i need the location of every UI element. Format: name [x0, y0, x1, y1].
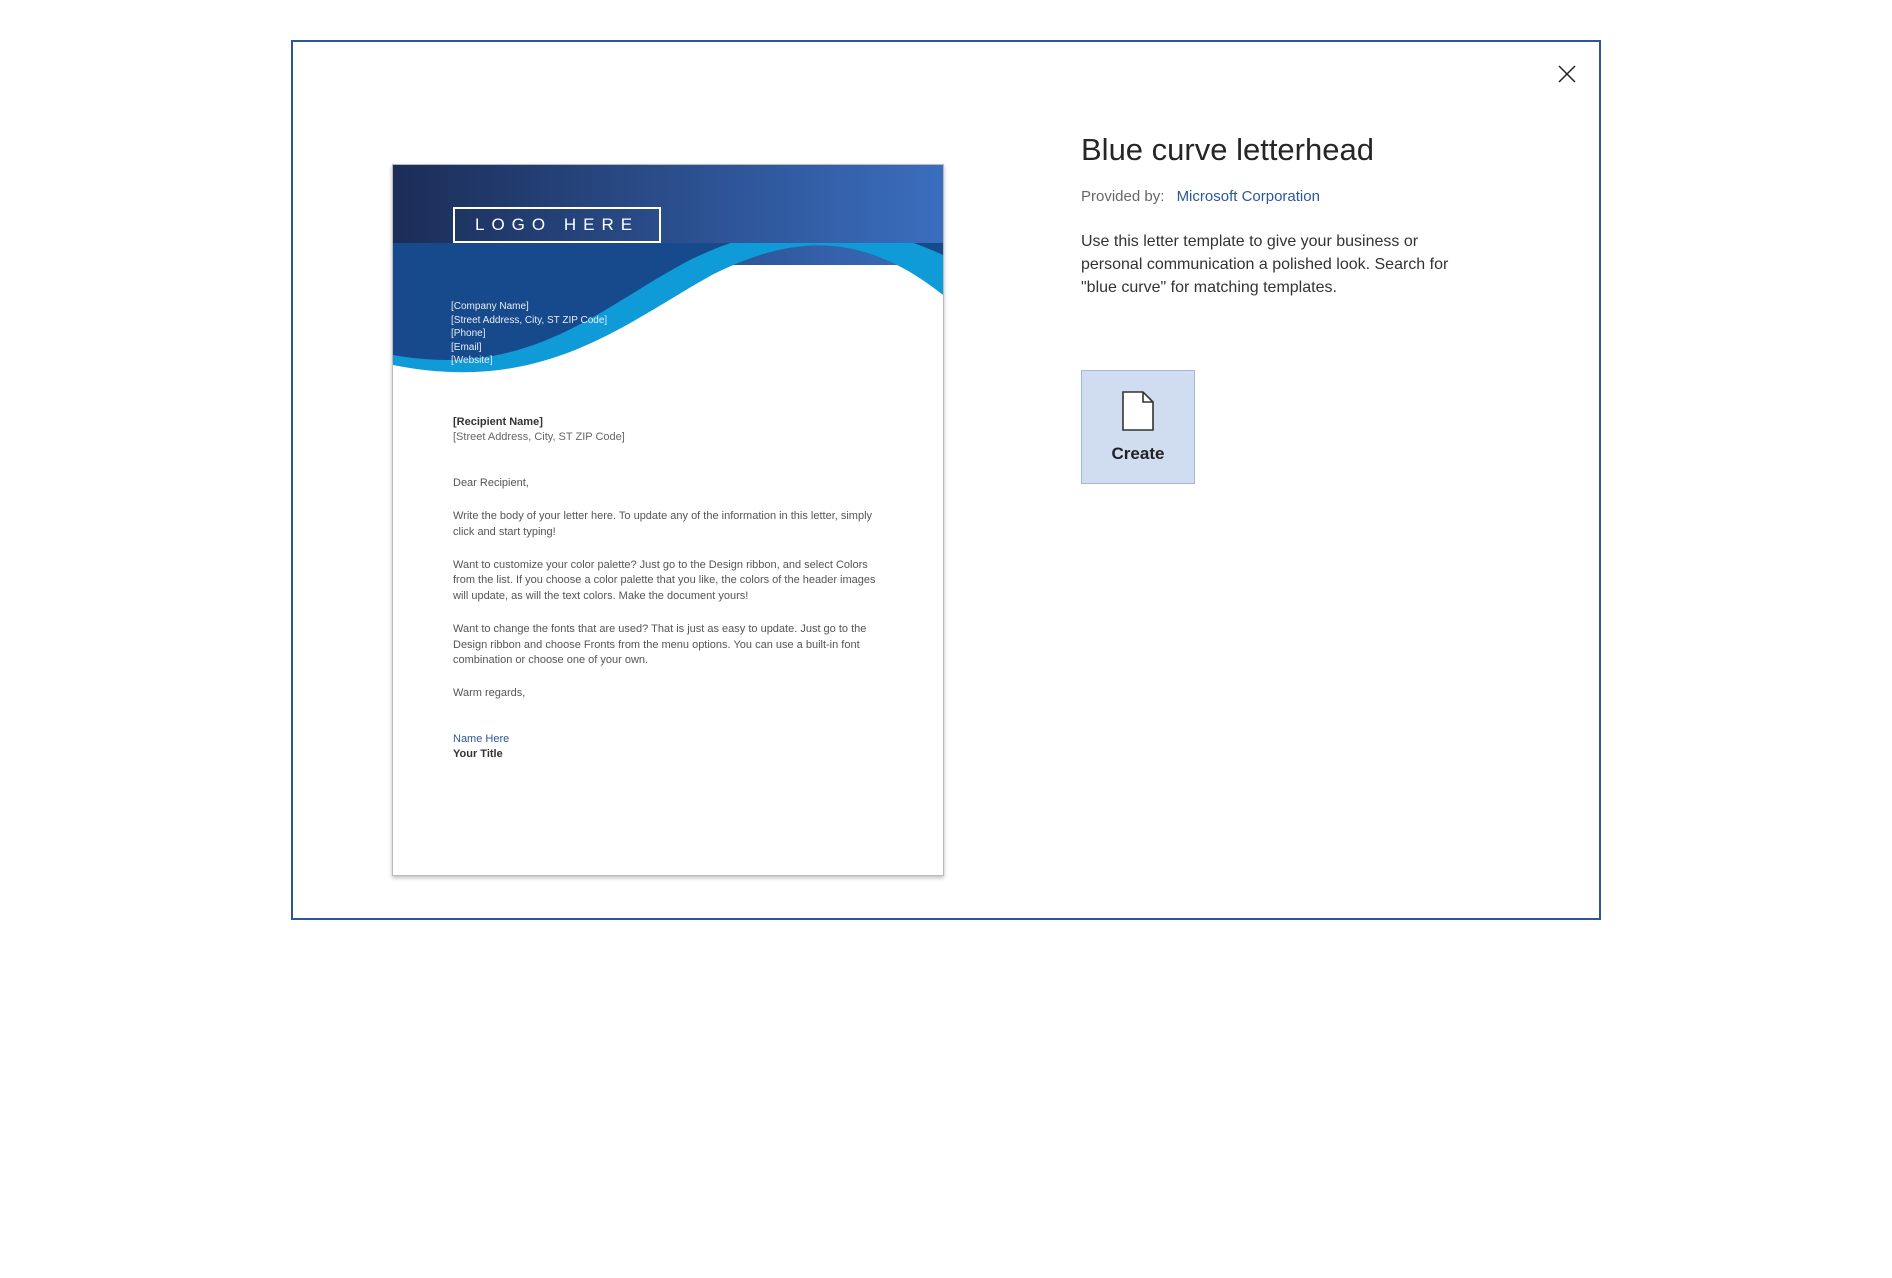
- provided-by-label: Provided by:: [1081, 188, 1164, 205]
- template-title: Blue curve letterhead: [1081, 132, 1539, 168]
- close-button[interactable]: [1557, 60, 1577, 91]
- body-paragraph-2: Want to customize your color palette? Ju…: [453, 558, 883, 604]
- provider-link[interactable]: Microsoft Corporation: [1177, 188, 1320, 205]
- template-preview: LOGO HERE [Company Name] [Street Address…: [392, 164, 944, 876]
- closing: Warm regards,: [453, 686, 883, 701]
- info-column: Blue curve letterhead Provided by: Micro…: [1033, 52, 1589, 908]
- company-block: [Company Name] [Street Address, City, ST…: [451, 300, 607, 368]
- company-name: [Company Name]: [451, 300, 607, 314]
- document-icon: [1121, 390, 1155, 432]
- greeting: Dear Recipient,: [453, 476, 883, 491]
- create-button[interactable]: Create: [1081, 370, 1195, 484]
- company-addr: [Street Address, City, ST ZIP Code]: [451, 314, 607, 328]
- preview-header: LOGO HERE [Company Name] [Street Address…: [393, 165, 943, 385]
- body-paragraph-3: Want to change the fonts that are used? …: [453, 622, 883, 668]
- signature-name: Name Here: [453, 732, 883, 747]
- signature-title: Your Title: [453, 747, 883, 762]
- template-description: Use this letter template to give your bu…: [1081, 230, 1461, 300]
- preview-column: LOGO HERE [Company Name] [Street Address…: [303, 52, 1033, 908]
- close-icon: [1557, 64, 1577, 84]
- logo-placeholder: LOGO HERE: [453, 207, 661, 243]
- preview-body: [Recipient Name] [Street Address, City, …: [393, 385, 943, 762]
- company-phone: [Phone]: [451, 327, 607, 341]
- body-paragraph-1: Write the body of your letter here. To u…: [453, 509, 883, 540]
- company-website: [Website]: [451, 354, 607, 368]
- recipient-addr: [Street Address, City, ST ZIP Code]: [453, 430, 883, 445]
- create-button-label: Create: [1112, 444, 1165, 464]
- provided-by: Provided by: Microsoft Corporation: [1081, 188, 1539, 205]
- company-email: [Email]: [451, 341, 607, 355]
- template-preview-dialog: LOGO HERE [Company Name] [Street Address…: [291, 40, 1601, 920]
- recipient-name: [Recipient Name]: [453, 415, 883, 430]
